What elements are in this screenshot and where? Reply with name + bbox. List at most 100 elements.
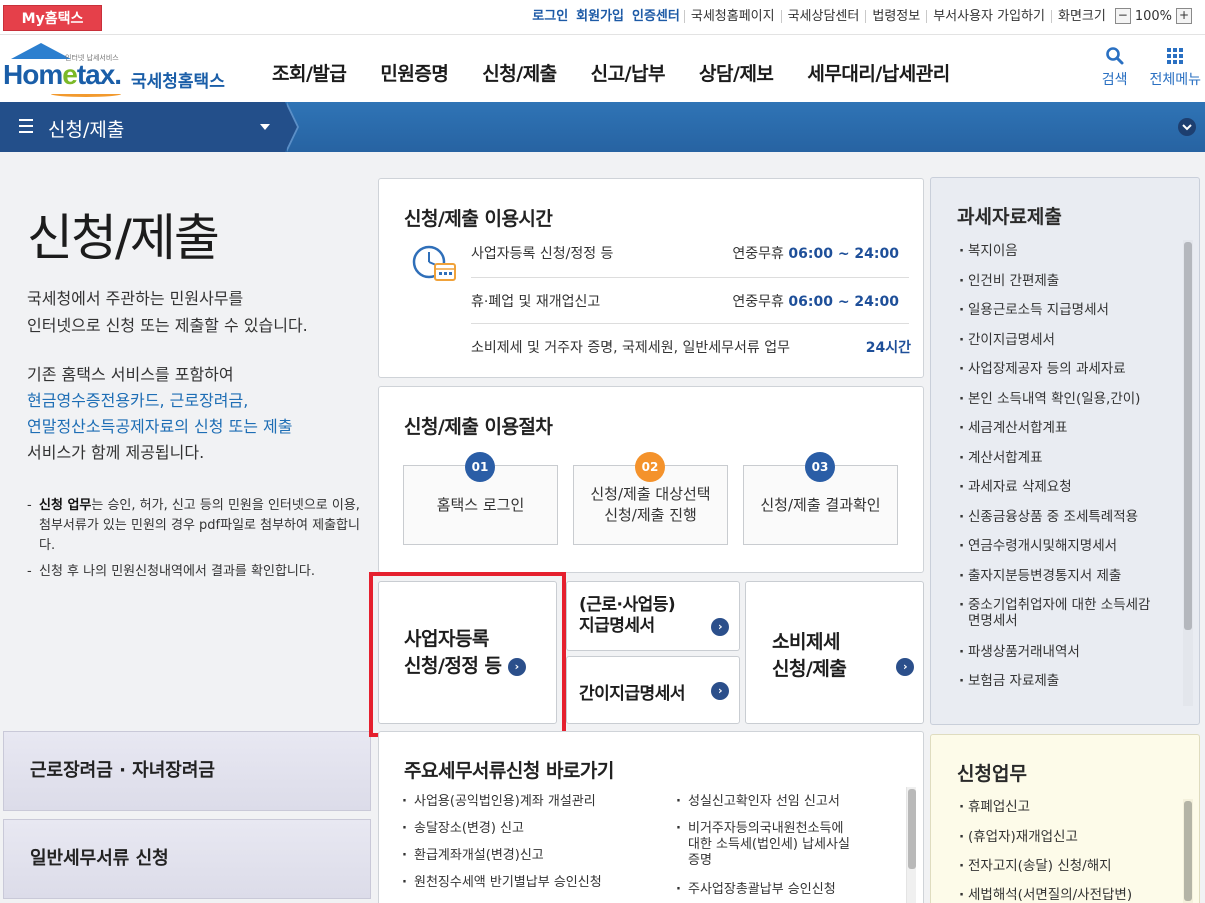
- tax-item-5[interactable]: 사업장제공자 등의 과세자료: [959, 361, 1187, 377]
- nav-application[interactable]: 신청/제출: [482, 59, 557, 86]
- shortcuts-scrollbar[interactable]: [906, 787, 916, 903]
- global-nav: 조회/발급 민원증명 신청/제출 신고/납부 상담/제보 세무대리/납세관리: [272, 59, 984, 86]
- tax-item-1[interactable]: 복지이음: [959, 243, 1187, 259]
- apply-panel-title: 신청업무: [957, 763, 1027, 785]
- location-expand-button[interactable]: [1177, 117, 1197, 141]
- incentive-button[interactable]: 근로장려금 · 자녀장려금: [3, 731, 371, 811]
- shortcut-business-account[interactable]: 사업용(공익법인용)계좌 개설관리: [402, 794, 596, 810]
- cert-center-link[interactable]: 인증센터: [628, 10, 684, 23]
- location-arrow: [285, 102, 297, 152]
- tax-item-8[interactable]: 계산서합계표: [959, 450, 1187, 466]
- tax-item-4[interactable]: 간이지급명세서: [959, 332, 1187, 348]
- zoom-out-button[interactable]: −: [1114, 8, 1131, 24]
- main-header: 인터넷 납세서비스 Hometax. 국세청홈택스 조회/발급 민원증명 신청/…: [0, 35, 1205, 102]
- tax-item-12[interactable]: 출자지분등변경통지서 제출: [959, 568, 1187, 584]
- simple-statement-tile[interactable]: 간이지급명세서 ›: [566, 656, 740, 724]
- intro2-line3: 연말정산소득공제자료의 신청 또는 제출: [27, 417, 293, 436]
- shortcut-delivery-address[interactable]: 송달장소(변경) 신고: [402, 821, 524, 837]
- excise-tax-tile[interactable]: 소비제세 신청/제출 ›: [745, 581, 924, 724]
- note-check-result: 신청 후 나의 민원신청내역에서 결과를 확인합니다.: [27, 562, 367, 582]
- search-icon: [1102, 43, 1128, 69]
- tax-item-14[interactable]: 파생상품거래내역서: [959, 644, 1187, 660]
- step-3-number: 03: [805, 452, 835, 482]
- apply-item-4[interactable]: 세법해석(서면질의/사전답변): [959, 887, 1187, 903]
- apply-item-2[interactable]: (휴업자)재개업신고: [959, 829, 1187, 845]
- hometax-logo[interactable]: 인터넷 납세서비스 Hometax. 국세청홈택스: [3, 41, 233, 97]
- tax-item-7[interactable]: 세금계산서합계표: [959, 420, 1187, 436]
- search-button[interactable]: 검색: [1101, 43, 1128, 89]
- nav-counsel[interactable]: 상담/제보: [699, 59, 774, 86]
- nav-certificate[interactable]: 민원증명: [380, 59, 448, 86]
- nts-counsel-link[interactable]: 국세상담센터: [780, 9, 866, 23]
- all-menu-button[interactable]: 전체메뉴: [1149, 43, 1201, 89]
- logo-korean: 국세청홈택스: [131, 72, 225, 92]
- intro2-line2: 현금영수증전용카드, 근로장려금,: [27, 391, 249, 410]
- dept-user-signup-link[interactable]: 부서사용자 가입하기: [926, 9, 1051, 23]
- shortcuts-card: 주요세무서류신청 바로가기 사업용(공익법인용)계좌 개설관리 송달장소(변경)…: [378, 731, 924, 903]
- hours-row-3-name: 소비제세 및 거주자 증명, 국제세원, 일반세무서류 업무: [471, 340, 790, 356]
- hours-title: 신청/제출 이용시간: [404, 208, 553, 230]
- screen-size-label: 화면크기: [1050, 9, 1112, 23]
- tax-item-3[interactable]: 일용근로소득 지급명세서: [959, 302, 1187, 318]
- apply-panel-scrollbar[interactable]: [1183, 799, 1193, 903]
- hours-row-1-time: 연중무휴 06:00 ~ 24:00: [732, 243, 899, 263]
- nav-inquiry[interactable]: 조회/발급: [272, 59, 347, 86]
- general-docs-button[interactable]: 일반세무서류 신청: [3, 819, 371, 899]
- payment-statement-tile[interactable]: (근로·사업등) 지급명세서 ›: [566, 581, 740, 651]
- hours-row-2-prefix: 연중무휴: [732, 294, 789, 310]
- tax-panel-title: 과세자료제출: [957, 206, 1062, 228]
- shortcut-nonresident-certificate[interactable]: 비거주자등의국내원천소득에 대한 소득세(법인세) 납세사실 증명: [676, 821, 850, 869]
- location-title: 신청/제출: [48, 119, 125, 141]
- tax-item-11[interactable]: 연금수령개시및해지명세서: [959, 538, 1187, 554]
- utility-links: 로그인 회원가입 인증센터 국세청홈페이지 국세상담센터 법령정보 부서사용자 …: [528, 8, 1195, 24]
- intro1-line2: 인터넷으로 신청 또는 제출할 수 있습니다.: [27, 316, 308, 335]
- apply-item-3[interactable]: 전자고지(송달) 신청/해지: [959, 858, 1187, 874]
- note-application-duty: 신청 업무는 승인, 허가, 신고 등의 민원을 인터넷으로 이용, 첨부서류가…: [27, 496, 367, 556]
- caret-down-icon: [260, 124, 270, 130]
- shortcut-faithful-reporting[interactable]: 성실신고확인자 선임 신고서: [676, 794, 840, 810]
- payment-statement-line2: 지급명세서: [579, 616, 655, 636]
- hours-row-3-value: 24시간: [865, 340, 911, 356]
- tax-item-9[interactable]: 과세자료 삭제요청: [959, 479, 1187, 495]
- step-1-number: 01: [465, 452, 495, 482]
- step-2-number: 02: [635, 452, 665, 482]
- hours-row-1-prefix: 연중무휴: [732, 246, 789, 262]
- tax-item-13[interactable]: 중소기업취업자에 대한 소득세감 면명세서: [959, 597, 1187, 629]
- shortcut-refund-account[interactable]: 환급계좌개설(변경)신고: [402, 848, 544, 864]
- login-link[interactable]: 로그인: [528, 10, 572, 23]
- my-hometax-button[interactable]: My홈택스: [3, 5, 102, 31]
- hours-row-2-name: 휴·폐업 및 재개업신고: [471, 294, 601, 310]
- location-menu-dropdown[interactable]: 신청/제출: [0, 102, 285, 152]
- tax-panel-scrollbar[interactable]: [1183, 240, 1193, 706]
- shortcut-nonresident-line1: 비거주자등의국내원천소득에: [688, 821, 844, 836]
- tax-item-15[interactable]: 보험금 자료제출: [959, 673, 1187, 689]
- apply-panel-scroll-thumb[interactable]: [1184, 801, 1192, 901]
- shortcut-consolidated-payment[interactable]: 주사업장총괄납부 승인신청: [676, 882, 836, 898]
- excise-tax-line1: 소비제세: [772, 631, 840, 653]
- signup-link[interactable]: 회원가입: [572, 10, 628, 23]
- shortcut-withholding-semiannual[interactable]: 원천징수세액 반기별납부 승인신청: [402, 875, 602, 891]
- search-label: 검색: [1101, 72, 1128, 88]
- apply-item-1[interactable]: 휴폐업신고: [959, 799, 1187, 815]
- tax-item-2[interactable]: 인건비 간편제출: [959, 273, 1187, 289]
- chevron-down-circle-icon: [1178, 118, 1196, 136]
- step-1-label: 홈택스 로그인: [436, 495, 525, 514]
- nav-tax-agent[interactable]: 세무대리/납세관리: [807, 59, 950, 86]
- zoom-in-button[interactable]: +: [1176, 8, 1192, 24]
- all-menu-label: 전체메뉴: [1149, 72, 1201, 88]
- nts-homepage-link[interactable]: 국세청홈페이지: [683, 9, 781, 23]
- intro-text-2: 기존 홈택스 서비스를 포함하여 현금영수증전용카드, 근로장려금, 연말정산소…: [27, 362, 293, 466]
- payment-statement-line1: (근로·사업등): [579, 595, 676, 615]
- intro-text-1: 국세청에서 주관하는 민원사무를 인터넷으로 신청 또는 제출할 수 있습니다.: [27, 285, 308, 339]
- law-info-link[interactable]: 법령정보: [865, 9, 926, 23]
- excise-tax-line2: 신청/제출: [772, 658, 847, 680]
- tax-panel-scroll-thumb[interactable]: [1184, 242, 1192, 630]
- arrow-right-icon: ›: [896, 658, 914, 676]
- tax-item-10[interactable]: 신종금융상품 중 조세특례적용: [959, 509, 1187, 525]
- tax-item-6[interactable]: 본인 소득내역 확인(일용,간이): [959, 391, 1187, 407]
- nav-filing[interactable]: 신고/납부: [591, 59, 666, 86]
- shortcuts-title: 주요세무서류신청 바로가기: [404, 760, 614, 782]
- simple-statement-label: 간이지급명세서: [579, 684, 685, 704]
- shortcuts-scroll-thumb[interactable]: [908, 789, 916, 869]
- arrow-right-icon: ›: [711, 618, 729, 636]
